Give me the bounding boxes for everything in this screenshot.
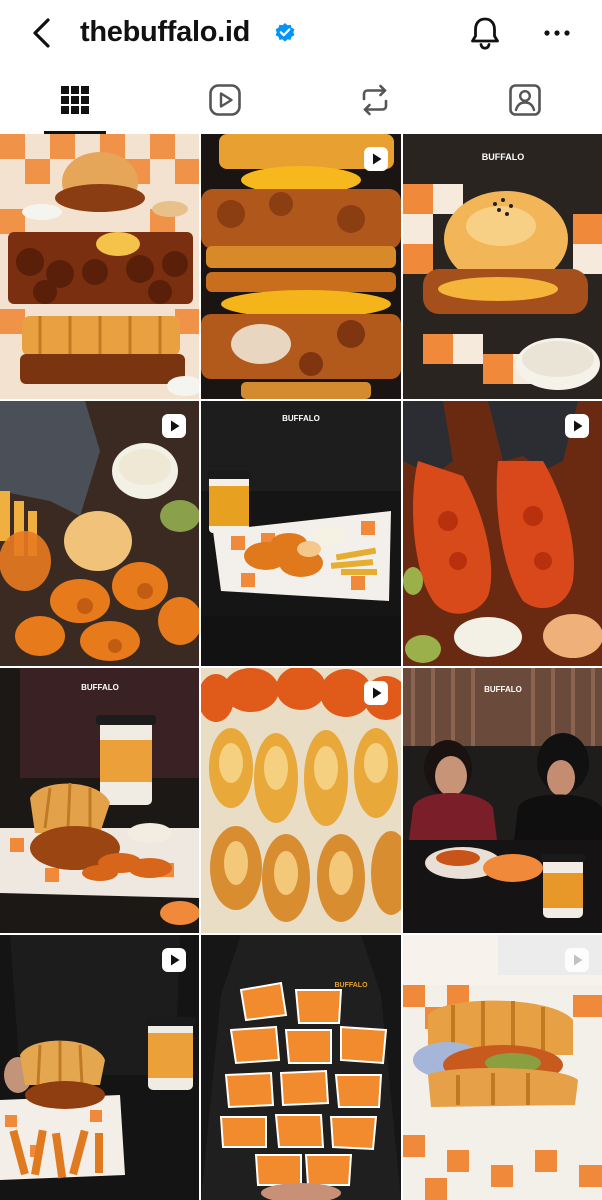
brand-logo-text: BUFFALO <box>482 152 525 162</box>
chevron-left-icon[interactable] <box>26 14 60 52</box>
post-image <box>0 935 199 1200</box>
post-tile[interactable] <box>0 935 199 1200</box>
post-image: BUFFALO <box>201 935 401 1200</box>
post-tile[interactable] <box>201 668 401 933</box>
tab-posts[interactable] <box>0 66 150 134</box>
post-image: BUFFALO <box>403 134 602 399</box>
reels-icon <box>209 84 241 116</box>
tab-reposts[interactable] <box>300 66 450 134</box>
posts-grid: BUFFALO BUFFALO BUFFALO BUFFALO BUFFALO <box>0 134 602 1200</box>
brand-logo-text: BUFFALO <box>334 982 368 989</box>
reel-indicator-icon <box>565 414 589 438</box>
post-tile[interactable] <box>403 401 602 666</box>
verified-badge-icon <box>275 23 295 42</box>
post-image <box>0 401 199 666</box>
post-image <box>403 401 602 666</box>
brand-logo-text: BUFFALO <box>282 414 320 423</box>
post-image: BUFFALO <box>201 401 401 666</box>
reel-indicator-icon <box>162 948 186 972</box>
post-image <box>201 668 401 933</box>
reel-indicator-icon <box>364 681 388 705</box>
post-tile[interactable]: BUFFALO <box>403 134 602 399</box>
tab-reels[interactable] <box>150 66 300 134</box>
post-image <box>403 935 602 1200</box>
post-tile[interactable] <box>0 401 199 666</box>
post-image <box>0 134 199 399</box>
post-tile[interactable]: BUFFALO <box>201 401 401 666</box>
reel-indicator-icon <box>162 414 186 438</box>
tagged-user-icon <box>509 84 541 116</box>
reel-indicator-icon <box>565 948 589 972</box>
post-image: BUFFALO <box>403 668 602 933</box>
post-tile[interactable] <box>403 935 602 1200</box>
profile-header: thebuffalo.id <box>0 0 602 66</box>
grid-icon <box>61 86 89 114</box>
profile-username: thebuffalo.id <box>80 16 251 48</box>
post-tile[interactable] <box>0 134 199 399</box>
brand-logo-text: BUFFALO <box>81 683 119 692</box>
reel-indicator-icon <box>364 147 388 171</box>
post-tile[interactable]: BUFFALO <box>0 668 199 933</box>
post-tile[interactable] <box>201 134 401 399</box>
more-horizontal-icon[interactable] <box>540 16 574 50</box>
profile-tabs <box>0 66 602 134</box>
post-image <box>201 134 401 399</box>
post-image: BUFFALO <box>0 668 199 933</box>
post-tile[interactable]: BUFFALO <box>201 935 401 1200</box>
post-tile[interactable]: BUFFALO <box>403 668 602 933</box>
bell-icon[interactable] <box>466 14 504 52</box>
tab-tagged[interactable] <box>450 66 600 134</box>
brand-logo-text: BUFFALO <box>484 685 522 694</box>
repost-icon <box>362 84 388 116</box>
